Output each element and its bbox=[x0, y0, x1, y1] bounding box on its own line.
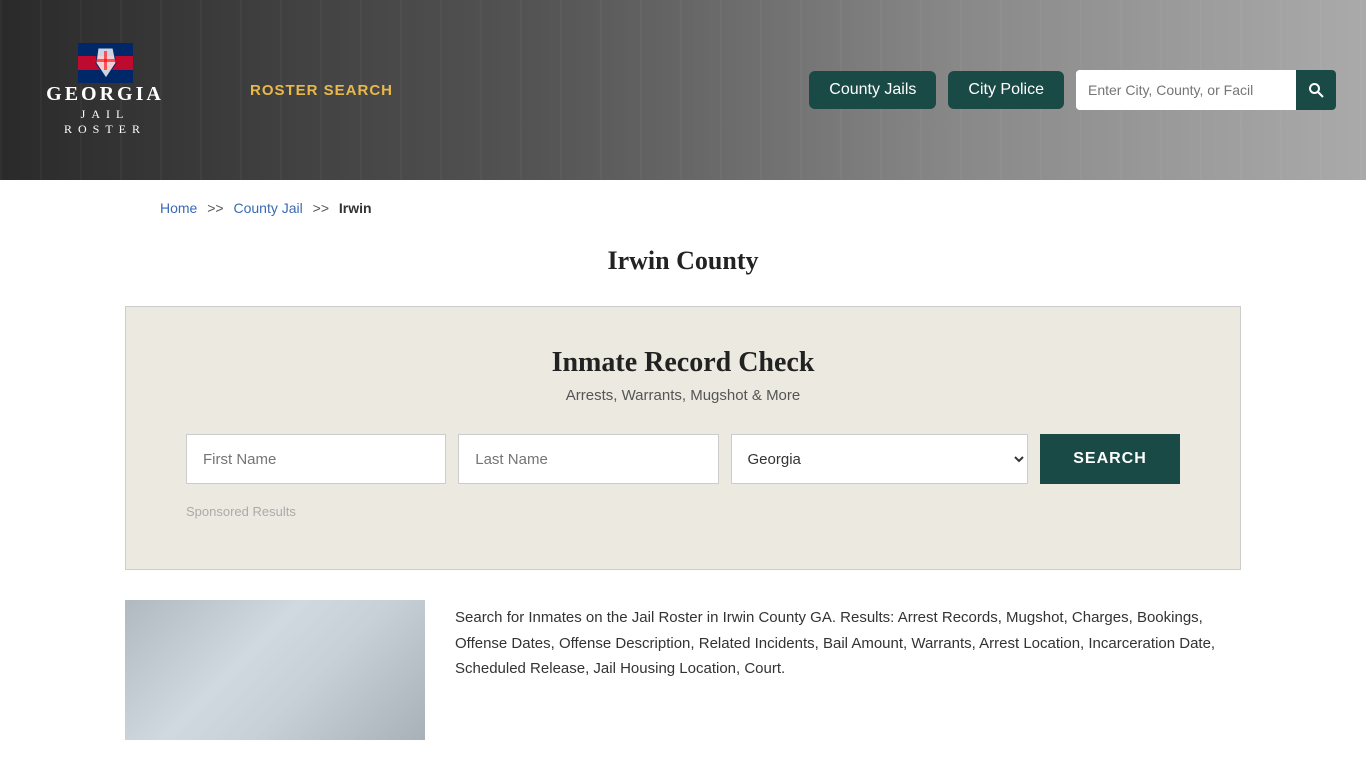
page-title: Irwin County bbox=[0, 246, 1366, 276]
bottom-description: Search for Inmates on the Jail Roster in… bbox=[455, 600, 1241, 740]
bottom-section: Search for Inmates on the Jail Roster in… bbox=[0, 600, 1366, 770]
record-check-form: AlabamaAlaskaArizonaArkansasCaliforniaCo… bbox=[186, 434, 1180, 484]
record-check-title: Inmate Record Check bbox=[186, 347, 1180, 379]
header-search-bar bbox=[1076, 70, 1336, 110]
site-header: GEORGIA JAIL ROSTER ROSTER SEARCH County… bbox=[0, 0, 1366, 180]
first-name-input[interactable] bbox=[186, 434, 446, 484]
state-select[interactable]: AlabamaAlaskaArizonaArkansasCaliforniaCo… bbox=[731, 434, 1029, 484]
county-jails-button[interactable]: County Jails bbox=[809, 71, 936, 109]
breadcrumb-county-jail[interactable]: County Jail bbox=[234, 200, 303, 216]
header-search-input[interactable] bbox=[1076, 70, 1296, 110]
georgia-flag-icon bbox=[78, 43, 133, 83]
sponsored-results-label: Sponsored Results bbox=[186, 504, 1180, 519]
record-check-subtitle: Arrests, Warrants, Mugshot & More bbox=[186, 387, 1180, 404]
header-right: County Jails City Police bbox=[809, 70, 1336, 110]
logo-line3: ROSTER bbox=[64, 122, 146, 137]
header-search-button[interactable] bbox=[1296, 70, 1336, 110]
search-icon bbox=[1308, 82, 1324, 98]
site-logo: GEORGIA JAIL ROSTER bbox=[30, 43, 180, 137]
breadcrumb-sep1: >> bbox=[207, 200, 223, 216]
logo-line2: JAIL bbox=[81, 107, 130, 122]
record-search-button[interactable]: SEARCH bbox=[1040, 434, 1180, 484]
city-police-button[interactable]: City Police bbox=[948, 71, 1064, 109]
breadcrumb-current: Irwin bbox=[339, 200, 372, 216]
breadcrumb-sep2: >> bbox=[313, 200, 329, 216]
nav-roster-search[interactable]: ROSTER SEARCH bbox=[250, 82, 393, 99]
logo-line1: GEORGIA bbox=[46, 83, 164, 106]
breadcrumb-home[interactable]: Home bbox=[160, 200, 197, 216]
breadcrumb: Home >> County Jail >> Irwin bbox=[0, 180, 1366, 236]
record-check-section: Inmate Record Check Arrests, Warrants, M… bbox=[125, 306, 1241, 570]
county-image bbox=[125, 600, 425, 740]
last-name-input[interactable] bbox=[458, 434, 718, 484]
